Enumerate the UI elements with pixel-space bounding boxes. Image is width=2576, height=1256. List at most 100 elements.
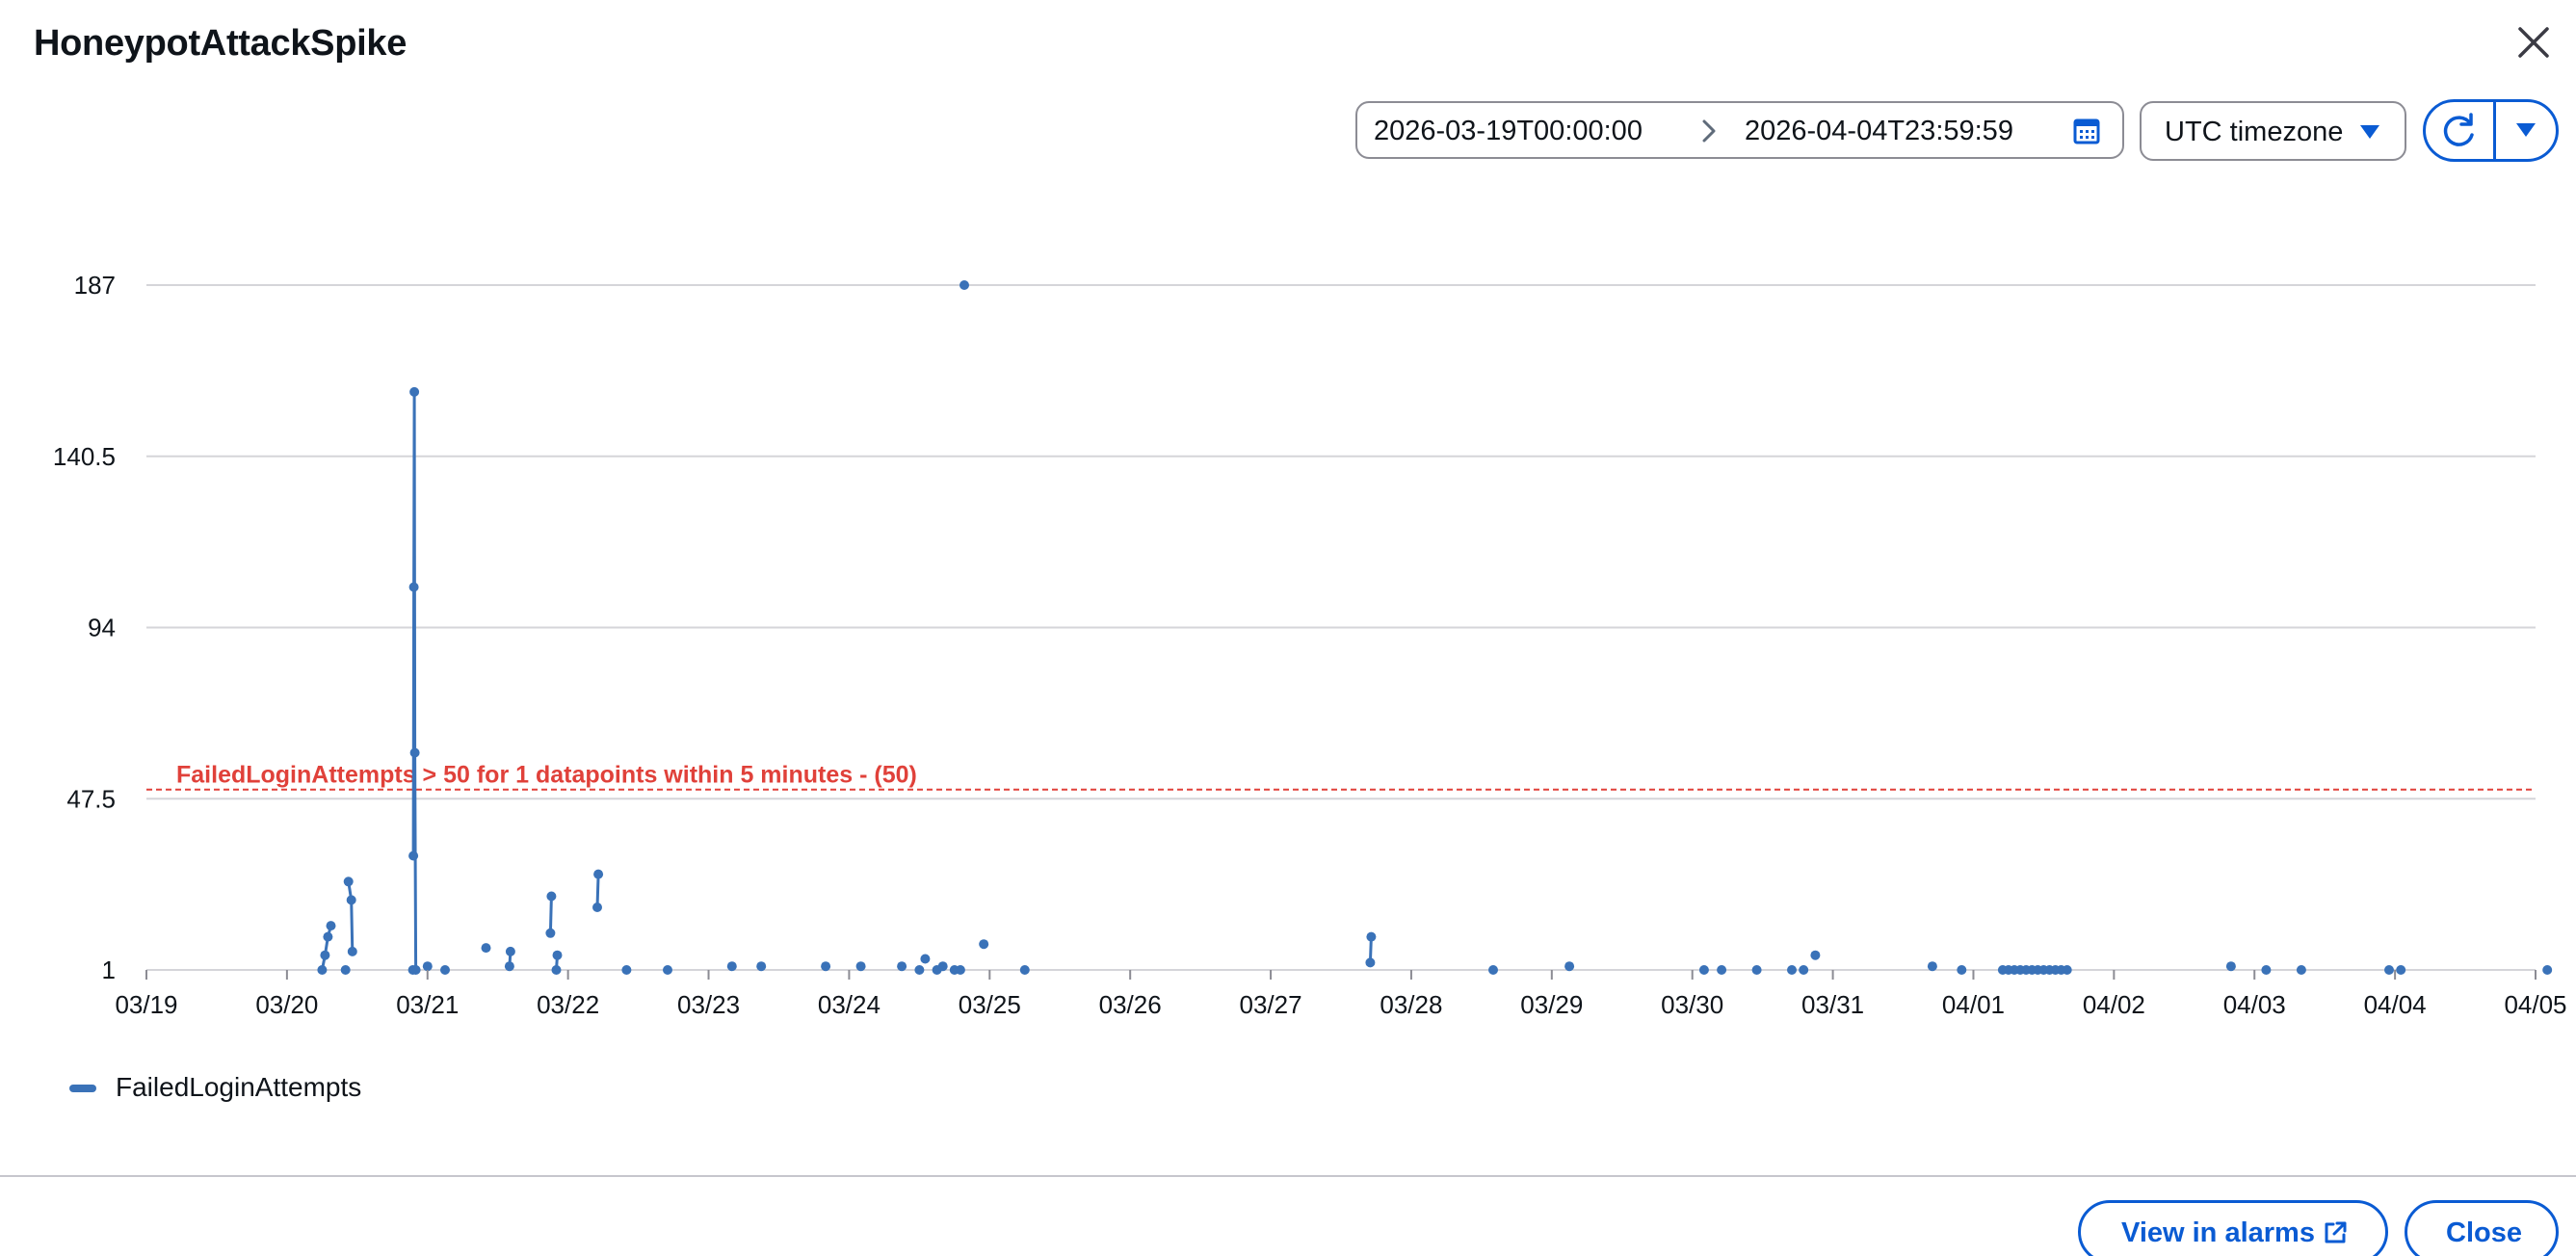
x-tick-label: 03/20 [255, 990, 318, 1019]
series-line [548, 896, 553, 933]
data-point [1810, 950, 1821, 960]
data-point [726, 961, 737, 972]
data-point [979, 939, 989, 950]
data-point [326, 921, 336, 931]
x-tick-label: 03/26 [1099, 990, 1162, 1019]
data-point [1019, 965, 1030, 975]
data-point [593, 869, 604, 879]
data-point [410, 965, 421, 975]
x-tick-label: 04/02 [2083, 990, 2145, 1019]
legend-swatch [69, 1085, 96, 1092]
data-point [320, 950, 330, 960]
refresh-button-group [2423, 99, 2559, 162]
modal-title: HoneypotAttackSpike [34, 23, 407, 64]
data-point [346, 895, 356, 905]
x-tick-label: 03/27 [1240, 990, 1302, 1019]
refresh-options-button[interactable] [2496, 102, 2556, 159]
data-point [340, 965, 351, 975]
data-point [552, 950, 563, 960]
date-end-value[interactable]: 2026-04-04T23:59:59 [1745, 116, 2013, 147]
data-point [1488, 965, 1498, 975]
data-point [481, 943, 491, 954]
external-link-icon [2322, 1219, 2349, 1246]
data-point [1365, 957, 1376, 968]
y-tick-label: 187 [74, 271, 116, 300]
refresh-button[interactable] [2426, 102, 2493, 159]
refresh-icon [2443, 113, 2474, 146]
data-point [409, 747, 420, 758]
date-range-picker[interactable]: 2026-03-19T00:00:00 2026-04-04T23:59:59 [1355, 101, 2124, 159]
data-point [2384, 965, 2394, 975]
series-line [411, 390, 418, 971]
data-point [855, 961, 866, 972]
x-tick-label: 04/01 [1942, 990, 2005, 1019]
data-point [2542, 965, 2553, 975]
x-tick-label: 04/03 [2223, 990, 2286, 1019]
data-point [409, 386, 420, 397]
data-point [1717, 965, 1727, 975]
threshold-label: FailedLoginAttempts > 50 for 1 datapoint… [176, 762, 917, 789]
data-point [756, 961, 767, 972]
timezone-label: UTC timezone [2165, 117, 2344, 147]
data-point [408, 582, 419, 592]
y-tick-label: 1 [102, 955, 116, 984]
data-point [1957, 965, 1967, 975]
close-label: Close [2446, 1217, 2522, 1248]
series-line [347, 881, 355, 952]
data-point [1564, 961, 1575, 972]
data-point [1787, 965, 1797, 975]
data-point [2296, 965, 2306, 975]
data-point [408, 850, 419, 861]
date-start-value[interactable]: 2026-03-19T00:00:00 [1374, 116, 1643, 147]
x-tick-label: 03/21 [396, 990, 459, 1019]
x-tick-label: 03/29 [1520, 990, 1583, 1019]
legend-label[interactable]: FailedLoginAttempts [116, 1072, 361, 1103]
data-point [505, 946, 515, 956]
footer-divider [0, 1175, 2576, 1177]
data-point [897, 961, 907, 972]
data-point [621, 965, 632, 975]
x-tick-label: 03/25 [959, 990, 1021, 1019]
data-point [546, 891, 557, 902]
alarm-chart: FailedLoginAttempts > 50 for 1 datapoint… [53, 271, 2567, 1019]
data-point [317, 965, 328, 975]
series-line [595, 874, 600, 908]
view-in-alarms-button[interactable]: View in alarms [2078, 1200, 2388, 1256]
data-point [2396, 965, 2406, 975]
data-point [1366, 931, 1377, 942]
data-point [1751, 965, 1762, 975]
data-point [2062, 965, 2072, 975]
x-tick-label: 03/31 [1801, 990, 1864, 1019]
data-point [1927, 961, 1937, 972]
y-tick-label: 47.5 [66, 784, 116, 813]
data-point [920, 954, 931, 964]
x-tick-label: 04/04 [2364, 990, 2427, 1019]
data-point [2225, 961, 2236, 972]
view-in-alarms-label: View in alarms [2121, 1217, 2315, 1248]
x-tick-label: 03/30 [1661, 990, 1723, 1019]
x-tick-label: 04/05 [2504, 990, 2566, 1019]
data-point [323, 931, 333, 942]
data-point [914, 965, 925, 975]
caret-down-icon [2358, 122, 2381, 142]
x-tick-label: 03/28 [1380, 990, 1442, 1019]
x-tick-label: 03/22 [537, 990, 599, 1019]
calendar-icon[interactable] [2072, 117, 2101, 145]
y-tick-label: 140.5 [53, 442, 116, 471]
close-button[interactable]: Close [2405, 1200, 2559, 1256]
close-icon[interactable] [2510, 19, 2557, 65]
x-tick-label: 03/19 [115, 990, 177, 1019]
data-point [343, 877, 354, 887]
timezone-select[interactable]: UTC timezone [2140, 101, 2406, 161]
data-point [551, 965, 562, 975]
data-point [1698, 965, 1709, 975]
data-point [2261, 965, 2272, 975]
data-point [347, 946, 357, 956]
data-point [504, 961, 514, 972]
data-point [592, 903, 602, 912]
data-point [937, 961, 948, 972]
data-point [821, 961, 831, 972]
caret-down-icon [2516, 123, 2536, 137]
data-point [1799, 965, 1809, 975]
data-point [663, 965, 672, 975]
